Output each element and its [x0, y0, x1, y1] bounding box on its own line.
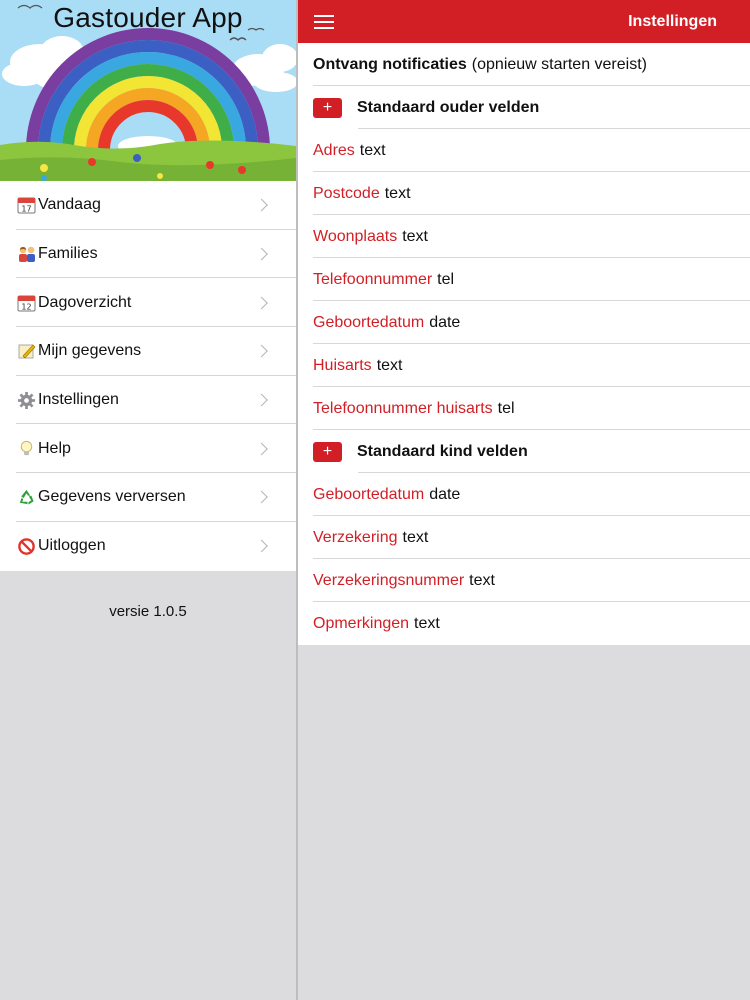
field-row[interactable]: Verzekeringsnummer text	[298, 559, 750, 602]
chevron-right-icon	[255, 491, 268, 504]
field-name: Verzekeringsnummer	[313, 571, 465, 589]
notepad-icon	[16, 341, 37, 361]
field-type: text	[402, 227, 428, 245]
field-name: Adres	[313, 141, 355, 159]
menu-item-label: Dagoverzicht	[38, 293, 132, 311]
settings-list: Ontvang notificaties (opnieuw starten ve…	[298, 43, 750, 645]
field-row[interactable]: Woonplaats text	[298, 215, 750, 258]
page-title: Instellingen	[628, 13, 717, 30]
lightbulb-icon	[16, 439, 37, 459]
field-row[interactable]: Opmerkingen text	[298, 602, 750, 645]
field-name: Huisarts	[313, 356, 372, 374]
field-row[interactable]: Huisarts text	[298, 344, 750, 387]
field-row[interactable]: Postcode text	[298, 172, 750, 215]
menu-item-label: Uitloggen	[38, 537, 106, 555]
svg-text:17: 17	[21, 205, 31, 214]
menu-item-families[interactable]: Families	[0, 230, 296, 279]
field-name: Telefoonnummer	[313, 270, 433, 288]
field-name: Verzekering	[313, 528, 398, 546]
notifications-toggle-row[interactable]: Ontvang notificaties (opnieuw starten ve…	[298, 43, 750, 86]
field-row[interactable]: Verzekering text	[298, 516, 750, 559]
chevron-right-icon	[255, 539, 268, 553]
field-name: Postcode	[313, 184, 380, 202]
field-type: tel	[497, 399, 515, 417]
menu-item-label: Mijn gegevens	[38, 342, 142, 360]
no-entry-icon	[16, 536, 37, 556]
field-row[interactable]: Geboortedatum date	[298, 473, 750, 516]
recycle-icon	[16, 487, 37, 507]
notifications-label: Ontvang notificaties	[313, 55, 467, 73]
chevron-right-icon	[255, 393, 268, 407]
notifications-note: (opnieuw starten vereist)	[471, 55, 647, 73]
field-type: date	[429, 485, 461, 503]
menu-item-label: Vandaag	[38, 196, 101, 214]
menu-item-gegevens-verversen[interactable]: Gegevens verversen	[0, 473, 296, 522]
family-icon	[16, 244, 37, 264]
chevron-right-icon	[255, 442, 268, 456]
menu-list: 17 Vandaag Families 12 Dagoverzicht Mijn…	[0, 181, 296, 571]
svg-text:12: 12	[21, 302, 31, 311]
gear-icon	[16, 390, 37, 410]
field-row[interactable]: Geboortedatum date	[298, 301, 750, 344]
field-type: text	[402, 528, 429, 546]
field-row[interactable]: Adres text	[298, 129, 750, 172]
field-type: text	[359, 141, 386, 159]
menu-item-label: Gegevens verversen	[38, 488, 186, 506]
calendar-icon: 17	[16, 195, 37, 215]
menu-item-dagoverzicht[interactable]: 12 Dagoverzicht	[0, 278, 296, 327]
side-menu: Gastouder App 17 Vandaag Families 12 Dag…	[0, 0, 296, 1000]
field-name: Opmerkingen	[313, 614, 410, 632]
section-title: Standaard ouder velden	[357, 98, 540, 116]
section-title: Standaard kind velden	[357, 442, 528, 460]
field-type: text	[384, 184, 411, 202]
field-type: date	[429, 313, 461, 331]
field-row[interactable]: Telefoonnummer tel	[298, 258, 750, 301]
app-version: versie 1.0.5	[109, 603, 187, 620]
menu-item-label: Help	[38, 439, 71, 457]
section-parent-fields: + Standaard ouder velden	[298, 86, 750, 129]
top-navbar: Instellingen	[298, 0, 750, 43]
menu-item-label: Families	[38, 245, 98, 263]
header-rainbow-image: Gastouder App	[0, 0, 296, 181]
menu-item-help[interactable]: Help	[0, 424, 296, 473]
menu-item-mijn-gegevens[interactable]: Mijn gegevens	[0, 327, 296, 376]
field-name: Telefoonnummer huisarts	[313, 399, 493, 417]
field-type: text	[414, 614, 440, 632]
menu-item-uitloggen[interactable]: Uitloggen	[0, 522, 296, 571]
field-name: Woonplaats	[313, 227, 398, 245]
menu-item-label: Instellingen	[38, 391, 119, 409]
field-name: Geboortedatum	[313, 313, 425, 331]
field-type: tel	[437, 270, 455, 288]
add-parent-field-button[interactable]: +	[313, 97, 342, 118]
field-type: text	[469, 571, 495, 589]
menu-item-vandaag[interactable]: 17 Vandaag	[0, 181, 296, 230]
app-title: Gastouder App	[53, 2, 243, 33]
settings-panel: Instellingen Ontvang notificaties (opnie…	[298, 0, 750, 1000]
section-child-fields: + Standaard kind velden	[298, 430, 750, 473]
field-type: text	[376, 356, 403, 374]
calendar-icon: 12	[16, 293, 37, 313]
field-name: Geboortedatum	[313, 485, 425, 503]
chevron-right-icon	[255, 296, 268, 310]
menu-item-instellingen[interactable]: Instellingen	[0, 376, 296, 425]
chevron-right-icon	[255, 247, 268, 261]
field-row[interactable]: Telefoonnummer huisarts tel	[298, 387, 750, 430]
add-child-field-button[interactable]: +	[313, 441, 342, 462]
hamburger-menu-icon[interactable]	[314, 15, 334, 29]
chevron-right-icon	[255, 198, 268, 212]
chevron-right-icon	[255, 345, 268, 358]
